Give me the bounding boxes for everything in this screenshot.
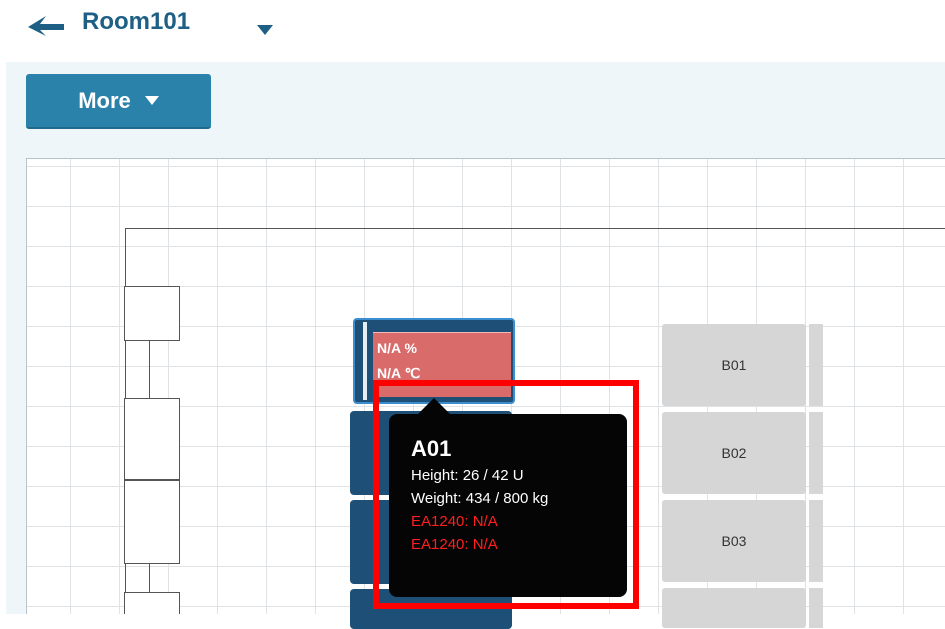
rack-b01[interactable]: B01 — [662, 324, 806, 406]
wall-unit — [124, 398, 180, 480]
back-arrow-icon[interactable] — [26, 14, 66, 36]
wall-connector — [149, 341, 150, 398]
rack-side-panel — [809, 500, 823, 582]
rack-b02[interactable]: B02 — [662, 412, 806, 494]
rack-b03[interactable]: B03 — [662, 500, 806, 582]
more-button[interactable]: More — [26, 74, 211, 129]
caret-down-icon[interactable] — [256, 24, 274, 36]
wall-unit — [124, 592, 180, 614]
wall-unit — [124, 480, 180, 564]
rack-humidity: N/A % — [377, 340, 417, 356]
room-title[interactable]: Room101 — [82, 8, 190, 36]
highlight-box — [373, 380, 639, 609]
rack-label: B01 — [721, 357, 747, 373]
wall-connector — [149, 564, 150, 592]
rack-b04[interactable] — [662, 588, 806, 628]
rack-side-panel — [809, 324, 823, 406]
rack-label: B03 — [721, 533, 747, 549]
wall-unit — [124, 286, 180, 341]
more-button-label: More — [78, 87, 131, 113]
rack-label: B02 — [721, 445, 747, 461]
top-bar: Room101 — [0, 0, 945, 62]
caret-down-icon — [144, 95, 159, 105]
rack-side-panel — [809, 412, 823, 494]
rack-stripe — [363, 322, 367, 400]
rack-side-panel — [809, 588, 823, 628]
